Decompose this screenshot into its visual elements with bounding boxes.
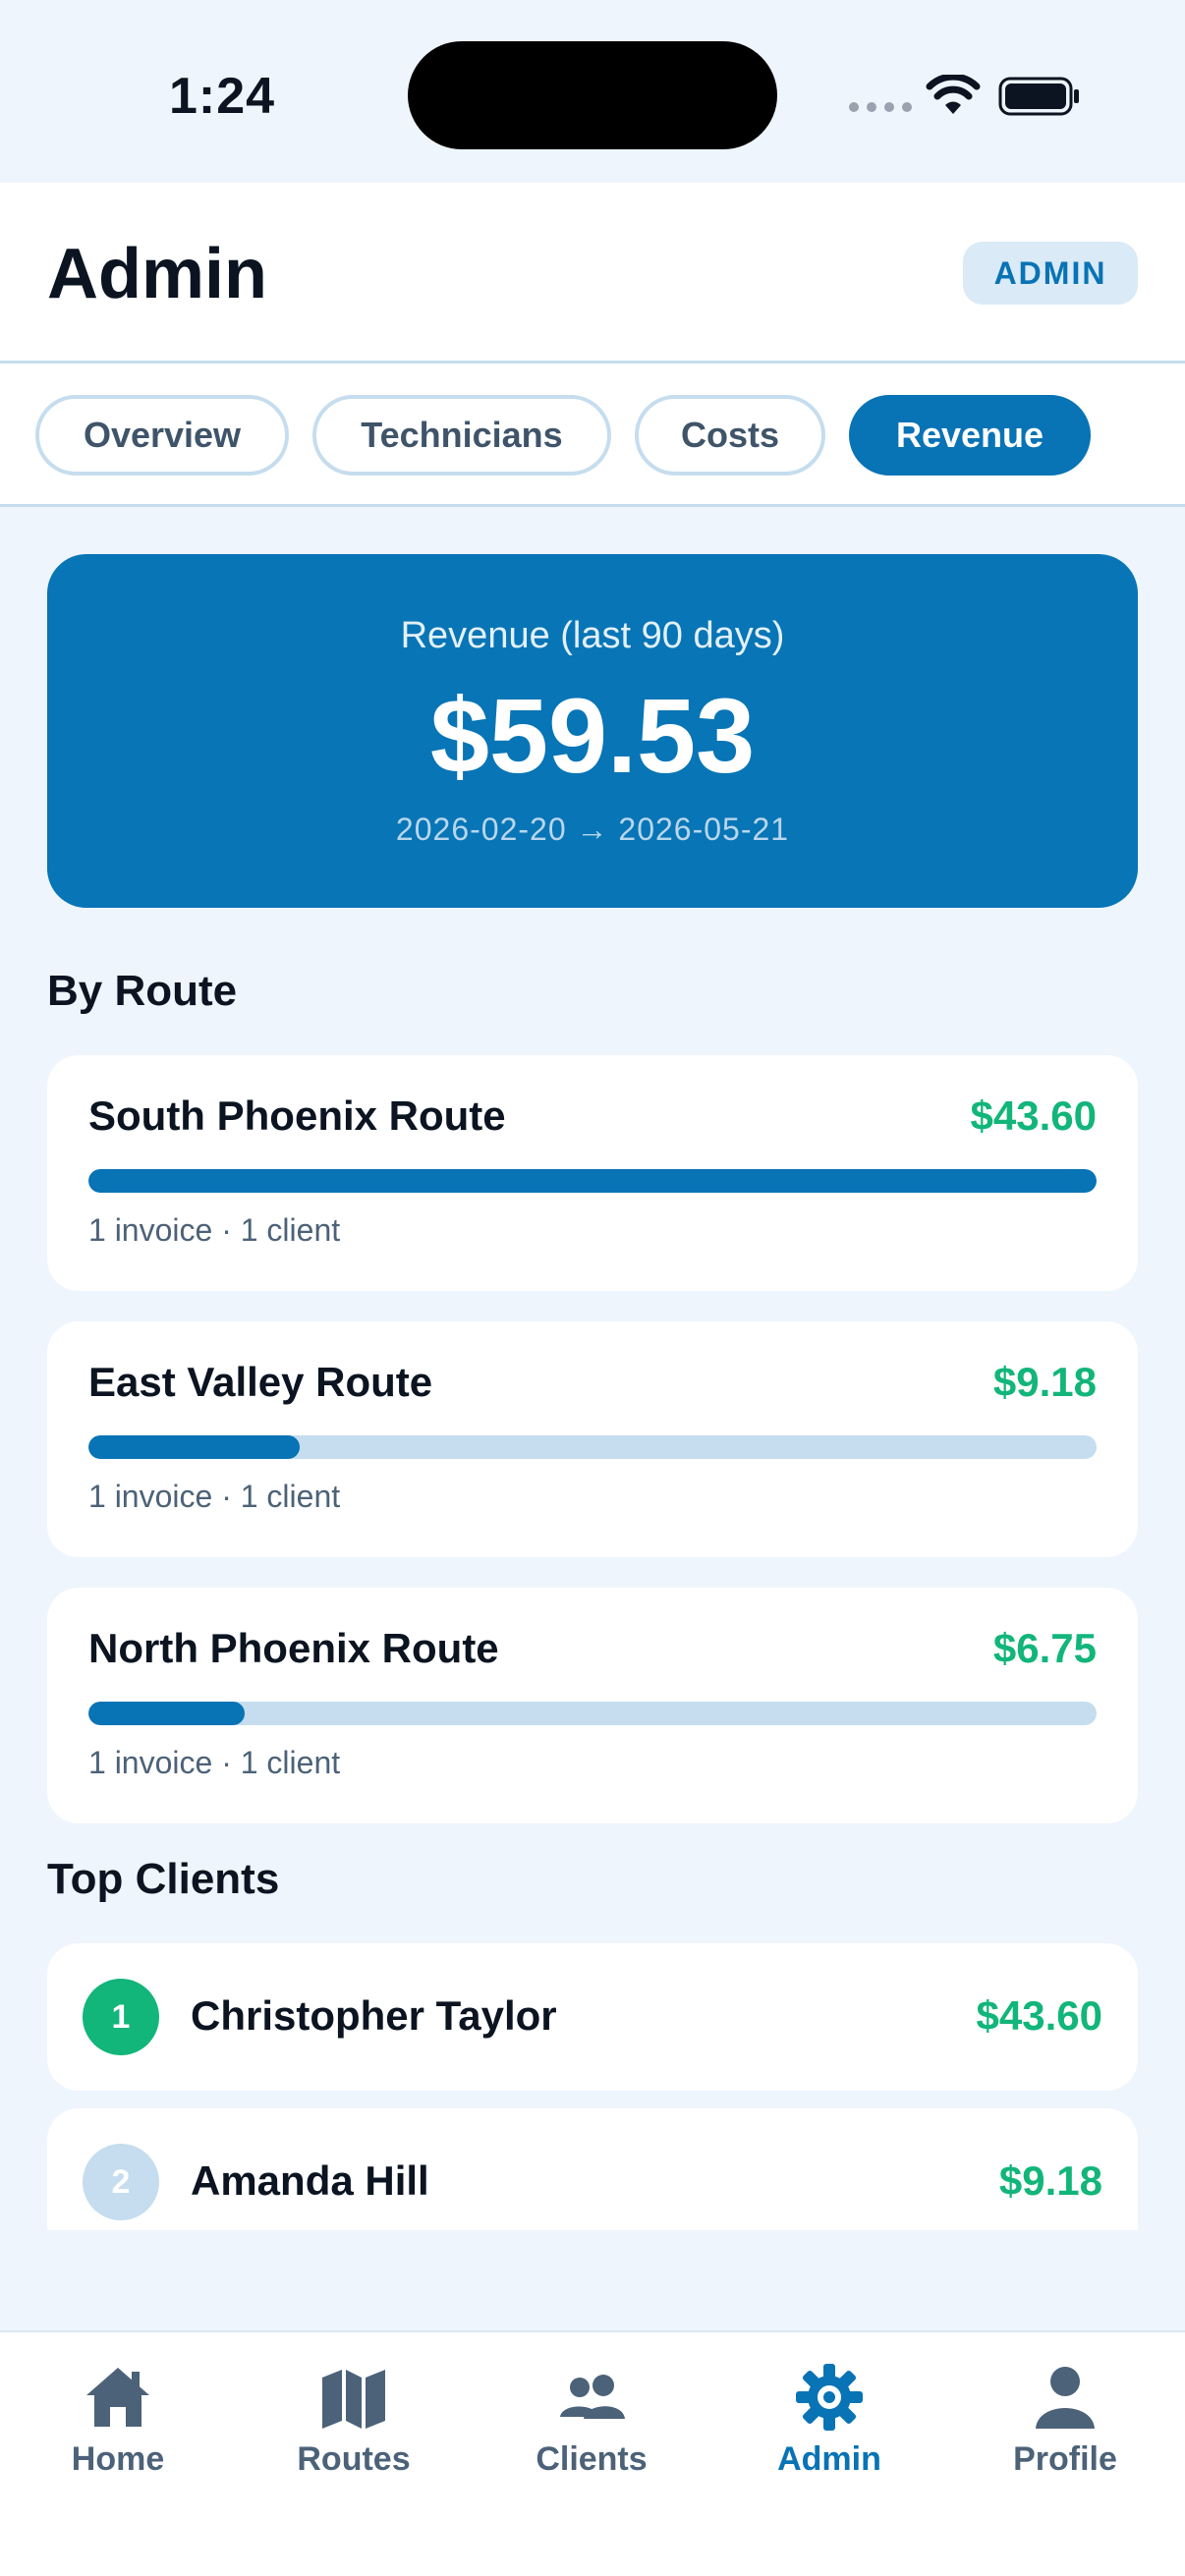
dynamic-island: [408, 41, 777, 149]
route-progress-fill: [88, 1702, 246, 1725]
route-progress-track: [88, 1435, 1097, 1459]
status-bar: 1:24: [0, 0, 1185, 183]
nav-profile[interactable]: Profile: [967, 2362, 1163, 2490]
status-time: 1:24: [169, 68, 276, 125]
route-progress-fill: [88, 1169, 1097, 1193]
role-badge: ADMIN: [963, 242, 1138, 305]
tab-overview[interactable]: Overview: [35, 395, 289, 476]
cellular-signal-icon: [849, 102, 912, 112]
nav-home[interactable]: Home: [20, 2362, 216, 2490]
client-amount: $43.60: [976, 1992, 1102, 2039]
revenue-summary-card: Revenue (last 90 days) $59.53 2026-02-20…: [47, 554, 1138, 908]
route-amount: $9.18: [992, 1359, 1097, 1405]
route-amount: $43.60: [970, 1092, 1097, 1139]
tab-technicians[interactable]: Technicians: [312, 395, 611, 476]
route-progress-track: [88, 1169, 1097, 1193]
wifi-icon: [926, 75, 981, 114]
route-card[interactable]: North Phoenix Route $6.75 1 invoice · 1 …: [47, 1588, 1138, 1823]
nav-routes[interactable]: Routes: [255, 2362, 452, 2490]
route-card[interactable]: South Phoenix Route $43.60 1 invoice · 1…: [47, 1055, 1138, 1291]
nav-label: Home: [71, 2440, 165, 2478]
route-name: South Phoenix Route: [88, 1092, 506, 1139]
nav-label: Clients: [536, 2440, 648, 2478]
section-title-by-route: By Route: [47, 967, 238, 1015]
home-icon: [86, 2368, 149, 2427]
client-name: Amanda Hill: [191, 2157, 429, 2204]
tab-costs[interactable]: Costs: [635, 395, 825, 476]
nav-label: Profile: [1013, 2440, 1117, 2478]
bottom-nav: Home Routes Clients Admin Profile: [0, 2330, 1185, 2576]
route-meta: 1 invoice · 1 client: [88, 1212, 341, 1248]
person-icon: [1036, 2367, 1095, 2429]
people-icon: [560, 2375, 625, 2419]
client-amount: $9.18: [998, 2157, 1102, 2204]
screen: 1:24 Admin ADMIN Overview Technicians Co…: [0, 0, 1185, 2576]
battery-icon: [998, 77, 1079, 116]
route-progress-fill: [88, 1435, 301, 1459]
client-name: Christopher Taylor: [191, 1992, 557, 2039]
tab-revenue[interactable]: Revenue: [849, 395, 1091, 476]
client-rank-badge: 2: [83, 2144, 159, 2220]
section-title-top-clients: Top Clients: [47, 1855, 280, 1903]
revenue-total: $59.53: [429, 676, 756, 795]
nav-clients[interactable]: Clients: [493, 2362, 690, 2490]
nav-label: Routes: [297, 2440, 411, 2478]
route-progress-track: [88, 1702, 1097, 1725]
client-row[interactable]: 2 Amanda Hill $9.18: [47, 2108, 1138, 2230]
gear-icon: [796, 2364, 863, 2431]
client-row[interactable]: 1 Christopher Taylor $43.60: [47, 1943, 1138, 2091]
map-icon: [322, 2370, 385, 2429]
page-title: Admin: [47, 235, 267, 313]
nav-admin[interactable]: Admin: [731, 2362, 928, 2490]
revenue-summary-label: Revenue (last 90 days): [400, 615, 785, 656]
route-meta: 1 invoice · 1 client: [88, 1745, 341, 1780]
route-amount: $6.75: [992, 1625, 1097, 1671]
nav-label: Admin: [777, 2440, 881, 2478]
route-card[interactable]: East Valley Route $9.18 1 invoice · 1 cl…: [47, 1321, 1138, 1557]
route-name: East Valley Route: [88, 1359, 433, 1405]
clients-scroll-area[interactable]: 1 Christopher Taylor $43.60 2 Amanda Hil…: [0, 1926, 1185, 2230]
tab-bar: Overview Technicians Costs Revenue: [0, 364, 1185, 507]
route-name: North Phoenix Route: [88, 1625, 499, 1671]
route-meta: 1 invoice · 1 client: [88, 1479, 341, 1514]
header: Admin ADMIN: [0, 183, 1185, 364]
revenue-date-range: 2026-02-20 → 2026-05-21: [395, 812, 790, 847]
client-rank-badge: 1: [83, 1979, 159, 2055]
